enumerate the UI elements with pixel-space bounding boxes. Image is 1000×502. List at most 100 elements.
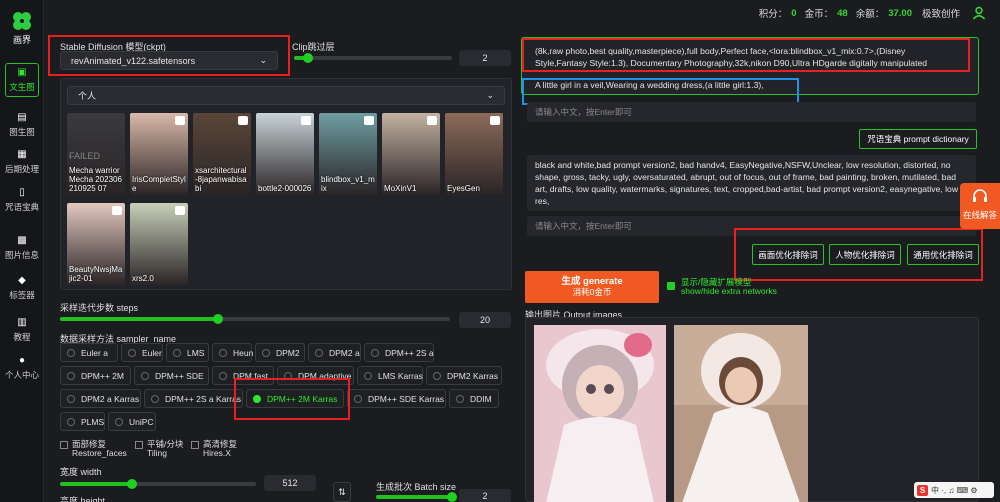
sampler-option-label: DPM2 <box>276 347 300 358</box>
model-select[interactable]: revAnimated_v122.safetensors ⌄ <box>60 51 278 70</box>
lora-thumbnail-caption: blindbox_v1_mix <box>321 175 375 193</box>
lora-thumbnail[interactable]: xsarchitectural-8japanwabisabi <box>193 113 251 195</box>
sampler-option[interactable]: DPM++ 2S a <box>364 343 434 362</box>
lora-thumbnail[interactable]: BeautyNwsjMajic2-01 <box>67 203 125 285</box>
hires-checkbox[interactable]: 高清修复 Hires.X <box>191 440 237 458</box>
sampler-option-label: DPM++ 2M <box>81 370 124 381</box>
sampler-option[interactable]: DPM++ 2M Karras <box>246 389 344 408</box>
extra-networks-checkbox[interactable] <box>667 282 675 290</box>
sampler-option[interactable]: Heun <box>212 343 253 362</box>
lora-thumbnail[interactable]: FAILED Mecha warrior Mecha 202306210925 0… <box>67 113 125 195</box>
lora-thumbnail-caption: xsarchitectural-8japanwabisabi <box>195 166 247 193</box>
sampler-option-label: DPM++ SDE <box>155 370 204 381</box>
sampler-option[interactable]: DPM fast <box>212 366 274 385</box>
generate-button[interactable]: 生成 generate 消耗0金币 <box>525 271 659 303</box>
clip-slider-knob[interactable] <box>303 53 313 63</box>
output-image-1[interactable] <box>534 325 666 502</box>
lora-thumbnail[interactable]: EyesGen <box>445 113 503 195</box>
sampler-option-label: DPM++ SDE Karras <box>368 393 445 404</box>
ime-toolbar[interactable]: S 中 ·, ♫ ⌨ ⚙ <box>914 482 994 498</box>
width-value[interactable]: 512 <box>264 475 316 491</box>
lora-thumbnail[interactable]: MoXinV1 <box>382 113 440 195</box>
sampler-option[interactable]: DPM2 Karras <box>426 366 502 385</box>
sidebar-item-6[interactable]: ▥ 教程 <box>0 318 44 343</box>
sampler-option[interactable]: Euler <box>121 343 163 362</box>
output-image-2[interactable] <box>674 325 808 502</box>
images-icon: ▤ <box>17 112 27 123</box>
sampler-option[interactable]: PLMS <box>60 412 105 431</box>
sampler-option[interactable]: DPM2 <box>255 343 305 362</box>
positive-prompt-textarea[interactable]: (8k,raw photo,best quality,masterpiece),… <box>527 41 967 70</box>
radio-icon <box>284 371 292 380</box>
negative-chinese-input[interactable]: 请输入中文，按Enter即可 <box>527 216 976 236</box>
steps-label: 采样迭代步数 steps <box>60 303 139 313</box>
swap-dimensions-icon[interactable]: ⇅ <box>333 482 351 502</box>
sidebar-item-0[interactable]: ▣ 文生图 <box>0 63 44 97</box>
prompt-dictionary-button[interactable]: 咒语宝典 prompt dictionary <box>859 129 977 149</box>
radio-icon <box>128 348 136 357</box>
online-help-button[interactable]: 在线解答 <box>960 183 1000 229</box>
points-label: 积分： <box>758 9 788 20</box>
lora-thumbnail[interactable]: xrs2.0 <box>130 203 188 285</box>
sidebar-item-1[interactable]: ▤ 图生图 <box>0 113 44 138</box>
image-badge-icon <box>175 206 185 215</box>
tiling-checkbox[interactable]: 平铺/分块 Tiling <box>135 440 183 458</box>
width-slider-knob[interactable] <box>127 479 137 489</box>
steps-slider-knob[interactable] <box>213 314 223 324</box>
width-slider[interactable] <box>60 479 256 489</box>
general-optimize-button[interactable]: 通用优化排除词 <box>907 244 979 265</box>
creator-link[interactable]: 极致创作 <box>922 6 960 20</box>
sampler-option[interactable]: DPM++ 2S a Karras <box>144 389 243 408</box>
coins-value: 48 <box>837 7 848 19</box>
sampler-option[interactable]: Euler a <box>60 343 118 362</box>
balance-label: 余额： <box>855 9 885 20</box>
sidebar-item-2[interactable]: ▦ 后期处理 <box>0 150 44 175</box>
restore-faces-checkbox[interactable]: 面部修复 Restore_faces <box>60 440 127 458</box>
sampler-option-label: DPM++ 2S a Karras <box>165 393 242 404</box>
scene-optimize-button[interactable]: 画面优化排除词 <box>752 244 824 265</box>
batch-slider[interactable] <box>376 492 457 502</box>
sampler-option[interactable]: LMS Karras <box>357 366 423 385</box>
steps-slider[interactable] <box>60 314 450 324</box>
sampler-option[interactable]: DPM++ SDE <box>134 366 209 385</box>
sampler-option[interactable]: DDIM <box>449 389 499 408</box>
sampler-option[interactable]: DPM2 a Karras <box>60 389 141 408</box>
sampler-option[interactable]: DPM++ SDE Karras <box>347 389 446 408</box>
character-optimize-button[interactable]: 人物优化排除词 <box>829 244 901 265</box>
user-icon[interactable] <box>972 6 986 20</box>
radio-icon <box>141 371 149 380</box>
lora-thumbnail[interactable]: IrisCompietStyle <box>130 113 188 195</box>
lora-panel: 个人 ⌄ FAILED Mecha warrior Mecha 202306210… <box>60 78 512 290</box>
lora-group-select[interactable]: 个人 ⌄ <box>67 86 505 105</box>
sidebar-item-label: 后期处理 <box>4 164 39 174</box>
clip-label: Clip跳过层 <box>292 42 335 52</box>
negative-prompt-textarea[interactable]: black and white,bad prompt version2, bad… <box>527 155 976 211</box>
sidebar-item-5[interactable]: ◆ 标签器 <box>0 276 44 301</box>
sampler-option[interactable]: DPM++ 2M <box>60 366 131 385</box>
batch-value[interactable]: 2 <box>459 489 511 502</box>
sidebar-item-4[interactable]: ▩ 图片信息 <box>0 236 44 261</box>
sidebar-item-3[interactable]: ▯ 咒语宝典 <box>0 188 44 213</box>
steps-value[interactable]: 20 <box>459 312 511 328</box>
radio-icon <box>151 394 159 403</box>
sampler-option-label: PLMS <box>81 416 105 427</box>
sidebar-item-7[interactable]: ● 个人中心 <box>0 356 44 381</box>
app-logo[interactable]: 画界 <box>8 10 36 46</box>
lora-thumbnail[interactable]: bottle2-000026 <box>256 113 314 195</box>
image-badge-icon <box>175 116 185 125</box>
lora-thumbnail[interactable]: blindbox_v1_mix <box>319 113 377 195</box>
batch-slider-knob[interactable] <box>447 492 457 502</box>
sampler-option[interactable]: DPM2 a <box>308 343 361 362</box>
radio-icon <box>219 371 227 380</box>
generate-cost: 消耗0金币 <box>572 287 612 297</box>
clip-value[interactable]: 2 <box>459 50 511 66</box>
coins-label: 金币： <box>804 9 834 20</box>
lora-thumbnail-caption: bottle2-000026 <box>258 184 312 193</box>
prompt-chinese-input[interactable]: 请输入中文，按Enter即可 <box>527 102 976 122</box>
clip-slider[interactable] <box>294 53 452 63</box>
positive-prompt-subject[interactable]: A little girl in a veil,Wearing a weddin… <box>527 78 797 92</box>
sampler-option[interactable]: DPM adaptive <box>277 366 354 385</box>
sampler-option[interactable]: LMS <box>166 343 209 362</box>
extra-networks-label: 显示/隐藏扩展模型 show/hide extra networks <box>681 277 777 296</box>
sampler-option[interactable]: UniPC <box>108 412 156 431</box>
